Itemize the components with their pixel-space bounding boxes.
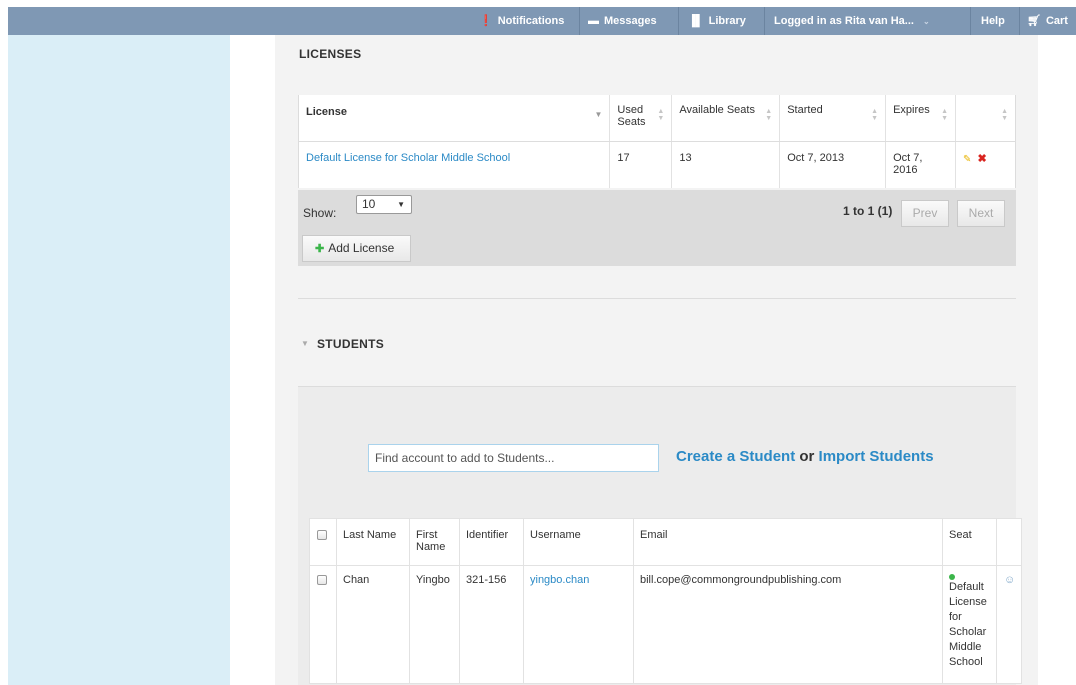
- column-available-seats[interactable]: ▲ ▼ Available Seats: [671, 95, 780, 142]
- column-expires[interactable]: ▲ ▼ Expires: [885, 95, 956, 142]
- caret-down-icon: ▼: [397, 200, 405, 209]
- plus-icon: ✚: [315, 243, 325, 255]
- column-started[interactable]: ▲ ▼ Started: [779, 95, 886, 142]
- select-all-checkbox[interactable]: [317, 530, 327, 540]
- sort-icon: ▲ ▼: [1001, 108, 1008, 122]
- licenses-header-row: License ▼ ▲ ▼ Used Seats ▲ ▼ Available Sea…: [297, 95, 1016, 142]
- seat-license-text: Default License for Scholar Middle Schoo…: [949, 581, 987, 668]
- help-link[interactable]: Help: [981, 7, 1005, 35]
- user-action-cell: ☺: [995, 565, 1023, 684]
- caret-down-icon: ⌄: [923, 17, 930, 26]
- import-students-link[interactable]: Import Students: [819, 448, 934, 465]
- students-heading[interactable]: STUDENTS: [317, 337, 384, 351]
- nav-separator: [970, 7, 971, 35]
- create-student-link[interactable]: Create a Student: [676, 448, 795, 465]
- user-menu[interactable]: Logged in as Rita van Ha... ⌄: [774, 7, 930, 35]
- left-sidebar: [8, 35, 230, 685]
- messages-link[interactable]: ▬ Messages: [588, 7, 657, 35]
- column-email[interactable]: Email: [633, 518, 943, 566]
- username-link[interactable]: yingbo.chan: [530, 574, 589, 586]
- identifier-cell: 321-156: [459, 565, 524, 684]
- edit-pencil-icon[interactable]: ✎: [963, 154, 971, 165]
- collapse-triangle-icon[interactable]: ▼: [301, 339, 309, 348]
- license-link[interactable]: Default License for Scholar Middle Schoo…: [306, 152, 510, 164]
- cart-link[interactable]: 🛒︎ Cart: [1027, 7, 1068, 35]
- column-actions[interactable]: ▲ ▼: [955, 95, 1016, 142]
- add-license-button[interactable]: ✚ Add License: [302, 235, 411, 262]
- column-identifier[interactable]: Identifier: [459, 518, 524, 566]
- seat-status-dot: [949, 574, 955, 580]
- create-import-links: Create a Student or Import Students: [676, 448, 934, 465]
- seat-cell: Default License for Scholar Middle Schoo…: [942, 565, 997, 684]
- sort-icon: ▲ ▼: [657, 108, 665, 122]
- pagination-info: 1 to 1 (1): [843, 204, 893, 218]
- nav-separator: [764, 7, 765, 35]
- first-name-cell: Yingbo: [409, 565, 460, 684]
- nav-separator: [1019, 7, 1020, 35]
- prev-button[interactable]: Prev: [901, 200, 949, 227]
- user-icon[interactable]: ☺: [1004, 574, 1015, 586]
- column-status: [995, 518, 1023, 566]
- notifications-link[interactable]: ❗ Notifications: [479, 7, 564, 35]
- nav-separator: [678, 7, 679, 35]
- students-table: Last Name First Name Identifier Username…: [309, 518, 1023, 684]
- column-used-seats[interactable]: ▲ ▼ Used Seats: [609, 95, 672, 142]
- actions-cell: ✎ ✖: [955, 141, 1016, 188]
- used-seats-cell: 17: [609, 141, 672, 188]
- student-search-input[interactable]: [368, 444, 659, 472]
- licenses-table: License ▼ ▲ ▼ Used Seats ▲ ▼ Available Sea…: [297, 95, 1016, 188]
- table-row: Chan Yingbo 321-156 yingbo.chan bill.cop…: [309, 565, 1023, 684]
- page-size-select[interactable]: 10 ▼: [356, 195, 412, 214]
- last-name-cell: Chan: [336, 565, 410, 684]
- alert-icon: ❗: [479, 15, 493, 27]
- row-checkbox[interactable]: [317, 575, 327, 585]
- licenses-heading: LICENSES: [299, 47, 362, 61]
- table-row: Default License for Scholar Middle Schoo…: [297, 141, 1016, 188]
- students-header-row: Last Name First Name Identifier Username…: [309, 518, 1023, 566]
- speech-bubble-icon: ▬: [588, 15, 599, 27]
- book-icon: ▐▌: [688, 15, 704, 27]
- or-text: or: [799, 448, 815, 465]
- top-navigation-bar: ❗ Notifications ▬ Messages ▐▌ Library Logge…: [8, 7, 1076, 35]
- row-select-cell: [309, 565, 337, 684]
- sort-icon: ▲ ▼: [871, 108, 879, 122]
- column-last-name[interactable]: Last Name: [336, 518, 410, 566]
- email-cell: bill.cope@commongroundpublishing.com: [633, 565, 943, 684]
- sort-icon: ▲ ▼: [765, 108, 773, 122]
- username-cell: yingbo.chan: [523, 565, 634, 684]
- available-seats-cell: 13: [671, 141, 780, 188]
- column-license[interactable]: License ▼: [297, 95, 610, 142]
- expires-cell: Oct 7, 2016: [885, 141, 956, 188]
- cart-icon: 🛒︎: [1027, 15, 1041, 27]
- column-seat[interactable]: Seat: [942, 518, 997, 566]
- started-cell: Oct 7, 2013: [779, 141, 886, 188]
- show-label: Show:: [303, 206, 337, 220]
- section-divider: [298, 298, 1016, 299]
- column-username[interactable]: Username: [523, 518, 634, 566]
- delete-icon[interactable]: ✖: [977, 153, 986, 165]
- column-first-name[interactable]: First Name: [409, 518, 460, 566]
- license-name-cell: Default License for Scholar Middle Schoo…: [297, 141, 610, 188]
- sort-desc-icon: ▼: [594, 110, 603, 119]
- sort-icon: ▲ ▼: [941, 108, 949, 122]
- select-all-cell: [309, 518, 337, 566]
- nav-separator: [579, 7, 580, 35]
- next-button[interactable]: Next: [957, 200, 1005, 227]
- library-link[interactable]: ▐▌ Library: [688, 7, 746, 35]
